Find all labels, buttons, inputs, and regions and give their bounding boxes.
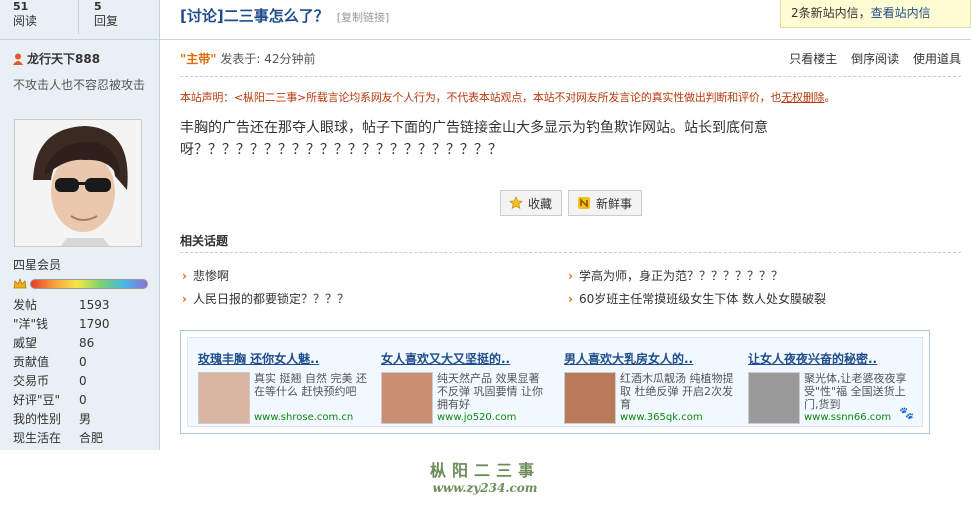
post-time: 发表于: 42分钟前 — [220, 52, 316, 66]
post-actions: 只看楼主 倒序阅读 使用道具 — [779, 50, 961, 67]
replies-count: 5 — [94, 0, 102, 13]
views-stat: 51 阅读 — [13, 0, 63, 29]
thread-title: [讨论]二三事怎么了？ — [180, 7, 329, 25]
ad-item[interactable]: 女人喜欢又大又坚挺的.. 纯天然产品 效果显著 不反弹 巩固要情 让你拥有好 w… — [381, 350, 561, 424]
views-count: 51 — [13, 0, 29, 13]
post-meta: "主带" 发表于: 42分钟前 — [180, 50, 315, 67]
author-signature: 不攻击人也不容忍被攻击 — [13, 78, 146, 92]
user-icon — [13, 53, 23, 65]
info-row: 发帖 1593 — [13, 296, 153, 315]
replies-label: 回复 — [94, 14, 119, 28]
views-label: 阅读 — [13, 14, 38, 28]
info-row: 现生活在 合肥 — [13, 429, 153, 448]
ad-thumbnail[interactable] — [198, 372, 250, 424]
reverse-order-link[interactable]: 倒序阅读 — [851, 52, 899, 66]
info-value: 男 — [79, 412, 92, 426]
info-value: 0 — [79, 374, 87, 388]
ad-thumbnail[interactable] — [748, 372, 800, 424]
news-icon — [578, 197, 590, 209]
watermark-name: 枞阳二三事 — [429, 461, 540, 480]
info-key: 现生活在 — [13, 431, 62, 445]
info-key: 贡献值 — [13, 355, 50, 369]
related-topic-link[interactable]: 60岁班主任常摸班级女生下体 数人处女膜破裂 — [568, 290, 826, 307]
related-topic-link[interactable]: 学高为师，身正为范？？？？？？？？ — [568, 267, 783, 284]
post-body: 丰胸的广告还在那夺人眼球，帖子下面的广告链接金山大多显示为钓鱼欺诈网站。站长到底… — [180, 120, 768, 158]
info-key: 威望 — [13, 336, 38, 350]
favorite-button[interactable]: 收藏 — [500, 190, 562, 216]
info-row: 好评"豆" 0 — [13, 391, 153, 410]
author-info: 发帖 1593 "洋"钱 1790 威望 86 贡献值 0 交易币 0 好评"豆" 0 我的… — [13, 296, 153, 448]
watermark-url: www.zy234.com — [432, 481, 538, 495]
ad-item[interactable]: 玫瑰丰胸 还你女人魅.. 真实 挺翘 自然 完美 还在等什么 赶快预约吧 www… — [198, 350, 378, 424]
info-value: 86 — [79, 336, 95, 350]
member-rank: 四星会员 — [13, 258, 62, 272]
site-disclaimer: 本站声明：<枞阳二三事>所载言论均系网友个人行为，不代表本站观点，本站不对网友所… — [180, 89, 960, 105]
info-value: 0 — [79, 393, 87, 407]
author-role: "主带" — [180, 52, 217, 66]
header-divider — [160, 39, 971, 40]
disclaimer-text: 本站声明：<枞阳二三事>所载言论均系网友个人行为，不代表本站观点，本站不对网友所… — [180, 91, 782, 104]
ad-thumbnail[interactable] — [381, 372, 433, 424]
author-name[interactable]: 龙行天下888 — [27, 50, 100, 67]
stats-divider — [78, 0, 79, 34]
info-value: 1593 — [79, 298, 110, 312]
notice-text: 2条新站内信， — [791, 6, 871, 20]
rank-row — [13, 277, 148, 291]
paw-icon[interactable]: 🐾 — [899, 406, 914, 420]
ad-title[interactable]: 玫瑰丰胸 还你女人魅.. — [198, 350, 378, 367]
info-key: 好评"豆" — [13, 393, 61, 407]
disclaimer-link[interactable]: 无权删除 — [781, 91, 824, 104]
info-row: 交易币 0 — [13, 372, 153, 391]
ad-panel: 玫瑰丰胸 还你女人魅.. 真实 挺翘 自然 完美 还在等什么 赶快预约吧 www… — [180, 330, 930, 434]
star-icon — [509, 196, 523, 210]
info-row: "洋"钱 1790 — [13, 315, 153, 334]
favorite-label: 收藏 — [528, 196, 553, 211]
crown-icon — [13, 277, 27, 289]
info-key: 发帖 — [13, 298, 38, 312]
ad-panel-inner: 玫瑰丰胸 还你女人魅.. 真实 挺翘 自然 完美 还在等什么 赶快预约吧 www… — [187, 337, 923, 427]
info-row: 贡献值 0 — [13, 353, 153, 372]
avatar[interactable] — [14, 119, 142, 247]
info-row: 威望 86 — [13, 334, 153, 353]
share-fresh-button[interactable]: 新鲜事 — [568, 190, 642, 216]
info-key: 交易币 — [13, 374, 50, 388]
thread-title-row: [讨论]二三事怎么了？ [复制链接] — [180, 5, 389, 25]
ad-title[interactable]: 男人喜欢大乳房女人的.. — [564, 350, 744, 367]
info-value: 合肥 — [79, 431, 104, 445]
info-key: 我的性别 — [13, 412, 62, 426]
info-key: "洋"钱 — [13, 317, 49, 331]
info-row: 我的性别 男 — [13, 410, 153, 429]
related-topic-link[interactable]: 人民日报的都要锁定？？？？ — [182, 290, 349, 307]
ad-item[interactable]: 男人喜欢大乳房女人的.. 红酒木瓜靓汤 纯植物提取 杜绝反弹 开启2次发育 ww… — [564, 350, 744, 424]
ad-title[interactable]: 女人喜欢又大又坚挺的.. — [381, 350, 561, 367]
disclaimer-end: 。 — [824, 91, 836, 104]
related-topic-link[interactable]: 悲惨啊 — [182, 267, 229, 284]
meta-divider — [180, 76, 961, 77]
info-value: 1790 — [79, 317, 110, 331]
info-value: 0 — [79, 355, 87, 369]
author-sidebar: 51 阅读 5 回复 龙行天下888 不攻击人也不容忍被攻击 四星会员 发帖 1… — [0, 0, 160, 450]
related-divider — [180, 252, 961, 253]
ad-thumbnail[interactable] — [564, 372, 616, 424]
message-notice: 2条新站内信，查看站内信 — [780, 0, 971, 28]
avatar-image — [15, 120, 141, 246]
author-row: 龙行天下888 — [13, 50, 100, 67]
only-author-link[interactable]: 只看楼主 — [789, 52, 837, 66]
related-topics-title: 相关话题 — [180, 234, 229, 248]
ad-title[interactable]: 让女人夜夜兴奋的秘密.. — [748, 350, 928, 367]
site-watermark: 枞阳二三事 www.zy234.com — [420, 457, 550, 495]
share-fresh-label: 新鲜事 — [596, 196, 633, 211]
copy-link-button[interactable]: [复制链接] — [337, 9, 390, 25]
use-item-link[interactable]: 使用道具 — [913, 52, 961, 66]
thread-stats: 51 阅读 5 回复 — [0, 0, 159, 40]
replies-stat: 5 回复 — [94, 0, 144, 29]
rank-progress-bar — [30, 279, 148, 289]
view-messages-link[interactable]: 查看站内信 — [871, 6, 931, 20]
